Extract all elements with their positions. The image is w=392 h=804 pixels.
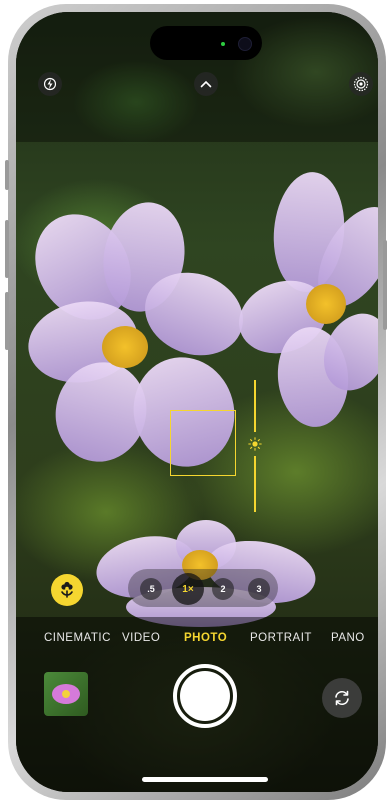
home-indicator[interactable] bbox=[142, 777, 268, 782]
camera-flip-icon bbox=[335, 690, 349, 706]
shutter-button[interactable] bbox=[180, 671, 230, 721]
front-camera-lens bbox=[238, 37, 252, 51]
camera-in-use-indicator bbox=[221, 42, 225, 46]
live-photo-button[interactable] bbox=[349, 72, 373, 96]
mode-video[interactable]: VIDEO bbox=[122, 632, 160, 644]
zoom-3x-button[interactable]: 3 bbox=[248, 578, 270, 600]
mode-cinematic[interactable]: CINEMATIC bbox=[44, 632, 111, 644]
volume-up-button bbox=[5, 220, 9, 278]
live-photo-icon bbox=[353, 76, 369, 92]
action-button bbox=[5, 160, 9, 190]
mode-portrait[interactable]: PORTRAIT bbox=[250, 632, 312, 644]
mode-pano[interactable]: PANO bbox=[331, 632, 365, 644]
flash-icon bbox=[44, 77, 56, 91]
camera-screen: .5 1× 2 3 CINEMATIC VIDEO PHOTO PORTRAIT… bbox=[16, 12, 378, 792]
exposure-slider-track-bottom[interactable] bbox=[254, 456, 256, 512]
flash-button[interactable] bbox=[38, 72, 62, 96]
camera-controls-toggle[interactable] bbox=[194, 72, 218, 96]
mode-photo[interactable]: PHOTO bbox=[184, 632, 227, 644]
power-button bbox=[383, 240, 387, 330]
zoom-2x-button[interactable]: 2 bbox=[212, 578, 234, 600]
macro-flower-icon bbox=[61, 581, 73, 598]
last-photo-thumbnail[interactable] bbox=[44, 672, 88, 716]
zoom-0-5x-button[interactable]: .5 bbox=[140, 578, 162, 600]
volume-down-button bbox=[5, 292, 9, 350]
chevron-up-icon bbox=[200, 80, 212, 88]
macro-toggle-button[interactable] bbox=[51, 574, 83, 606]
sun-icon[interactable] bbox=[248, 437, 262, 451]
camera-flip-button[interactable] bbox=[322, 678, 362, 718]
zoom-1x-button[interactable]: 1× bbox=[172, 573, 204, 605]
camera-mode-selector: CINEMATIC VIDEO PHOTO PORTRAIT PANO bbox=[16, 632, 378, 652]
focus-square bbox=[170, 410, 236, 476]
exposure-slider-track-top[interactable] bbox=[254, 380, 256, 432]
